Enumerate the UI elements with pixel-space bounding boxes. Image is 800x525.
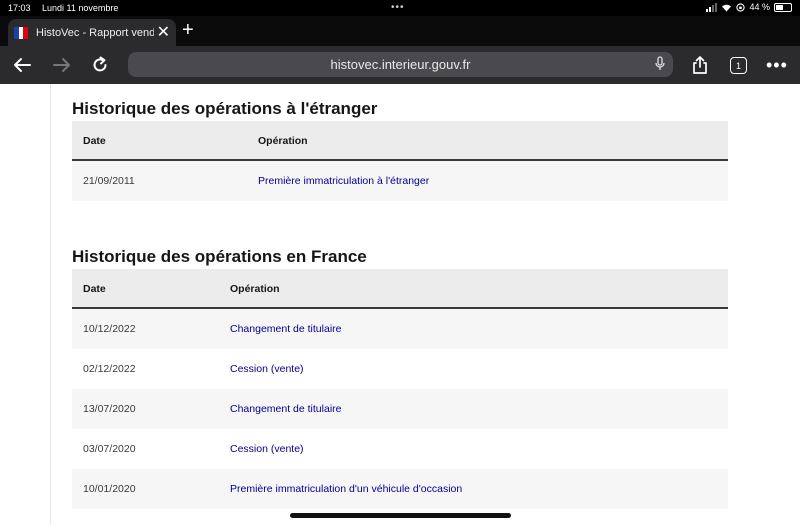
close-tab-icon[interactable]: ✕ bbox=[157, 24, 170, 41]
table-row: 13/07/2020 Changement de titulaire bbox=[72, 389, 728, 429]
battery-icon bbox=[774, 2, 792, 12]
more-options-icon[interactable]: ••• bbox=[766, 55, 788, 76]
reload-icon bbox=[93, 56, 107, 72]
share-icon bbox=[693, 56, 707, 74]
multitasking-dots-icon[interactable]: ••• bbox=[391, 2, 405, 13]
row-date: 03/07/2020 bbox=[83, 443, 136, 455]
section-title-france: Historique des opérations en France bbox=[72, 247, 367, 266]
status-bar: 17:03 Lundi 11 novembre ••• 44 % bbox=[0, 0, 800, 16]
wifi-icon bbox=[722, 4, 732, 11]
status-date: Lundi 11 novembre bbox=[42, 3, 119, 13]
page-content: Historique des opérations à l'étranger D… bbox=[0, 84, 800, 525]
column-header-operation: Opération bbox=[230, 283, 280, 295]
browser-toolbar: histovec.interieur.gouv.fr 1 ••• bbox=[0, 46, 800, 84]
row-operation-link[interactable]: Cession (vente) bbox=[230, 363, 304, 375]
cellular-signal-icon bbox=[706, 2, 718, 12]
row-operation-link[interactable]: Changement de titulaire bbox=[230, 403, 342, 415]
status-time: 17:03 bbox=[8, 3, 31, 13]
table-etranger: Date Opération 21/09/2011 Première immat… bbox=[72, 121, 728, 201]
column-header-date: Date bbox=[83, 135, 106, 147]
reload-button[interactable] bbox=[86, 51, 114, 79]
table-header: Date Opération bbox=[72, 121, 728, 161]
row-operation-link[interactable]: Cession (vente) bbox=[230, 443, 304, 455]
french-flag-favicon-icon bbox=[14, 26, 29, 39]
tab-title: HistoVec - Rapport vendeur bbox=[36, 26, 154, 39]
row-date: 02/12/2022 bbox=[83, 363, 136, 375]
share-button[interactable] bbox=[686, 51, 714, 79]
back-button[interactable] bbox=[8, 51, 36, 79]
arrow-right-icon bbox=[53, 58, 70, 72]
row-date: 13/07/2020 bbox=[83, 403, 136, 415]
table-header: Date Opération bbox=[72, 269, 728, 309]
battery-percent: 44 % bbox=[749, 2, 770, 12]
new-tab-button[interactable]: + bbox=[182, 20, 194, 40]
address-bar[interactable]: histovec.interieur.gouv.fr bbox=[128, 52, 673, 77]
browser-tab[interactable]: HistoVec - Rapport vendeur ✕ bbox=[8, 19, 176, 46]
forward-button[interactable] bbox=[48, 51, 76, 79]
row-date: 10/01/2020 bbox=[83, 483, 136, 495]
orientation-lock-icon bbox=[736, 2, 746, 12]
table-row: 02/12/2022 Cession (vente) bbox=[72, 349, 728, 389]
page-divider bbox=[50, 84, 51, 525]
status-indicators: 44 % bbox=[706, 2, 792, 12]
section-title-etranger: Historique des opérations à l'étranger bbox=[72, 99, 378, 118]
row-operation-link[interactable]: Première immatriculation à l'étranger bbox=[258, 175, 429, 187]
microphone-icon[interactable] bbox=[655, 56, 665, 72]
row-operation-link[interactable]: Changement de titulaire bbox=[230, 323, 342, 335]
url-text: histovec.interieur.gouv.fr bbox=[330, 57, 471, 72]
home-indicator[interactable] bbox=[290, 513, 511, 518]
row-operation-link[interactable]: Première immatriculation d'un véhicule d… bbox=[230, 483, 462, 495]
table-france: Date Opération 10/12/2022 Changement de … bbox=[72, 269, 728, 509]
column-header-date: Date bbox=[83, 283, 106, 295]
tab-count-button[interactable]: 1 bbox=[730, 57, 747, 74]
table-row: 21/09/2011 Première immatriculation à l'… bbox=[72, 161, 728, 201]
row-date: 10/12/2022 bbox=[83, 323, 136, 335]
arrow-left-icon bbox=[14, 58, 31, 72]
table-row: 10/12/2022 Changement de titulaire bbox=[72, 309, 728, 349]
table-row: 10/01/2020 Première immatriculation d'un… bbox=[72, 469, 728, 509]
row-date: 21/09/2011 bbox=[83, 175, 135, 187]
column-header-operation: Opération bbox=[258, 135, 308, 147]
tab-strip: HistoVec - Rapport vendeur ✕ + bbox=[0, 16, 800, 46]
table-row: 03/07/2020 Cession (vente) bbox=[72, 429, 728, 469]
